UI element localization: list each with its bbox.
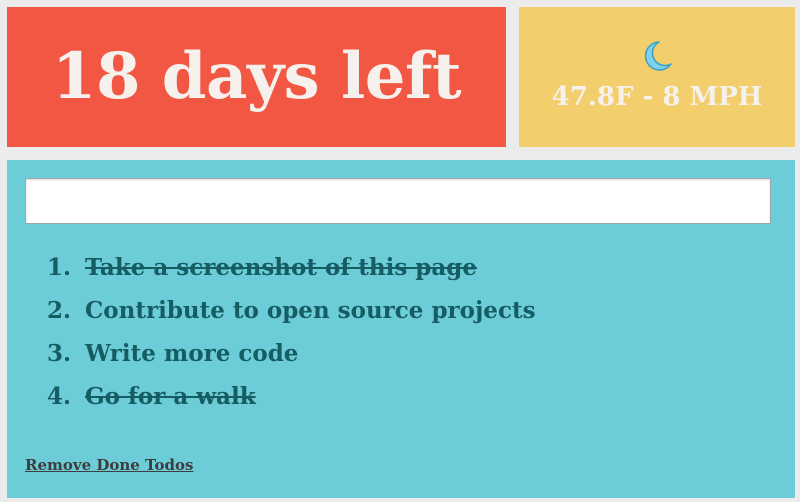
todo-label: Contribute to open source projects bbox=[85, 297, 536, 324]
todo-item[interactable]: 4. Go for a walk bbox=[47, 383, 536, 426]
todo-item[interactable]: 1. Take a screenshot of this page bbox=[47, 254, 536, 297]
moon-icon bbox=[639, 38, 675, 74]
todo-item[interactable]: 2. Contribute to open source projects bbox=[47, 297, 536, 340]
todo-number: 4. bbox=[47, 383, 72, 410]
todo-item[interactable]: 3. Write more code bbox=[47, 340, 536, 383]
todo-panel: 1. Take a screenshot of this page 2. Con… bbox=[7, 160, 795, 498]
todo-label: Go for a walk bbox=[85, 383, 256, 410]
todo-number: 3. bbox=[47, 340, 72, 367]
new-todo-input[interactable] bbox=[25, 178, 771, 224]
todo-list: 1. Take a screenshot of this page 2. Con… bbox=[47, 254, 536, 426]
remove-done-todos-link[interactable]: Remove Done Todos bbox=[25, 456, 193, 474]
countdown-panel: 18 days left bbox=[7, 7, 506, 147]
weather-panel: 47.8F - 8 MPH bbox=[519, 7, 795, 147]
todo-label: Take a screenshot of this page bbox=[85, 254, 477, 281]
todo-label: Write more code bbox=[85, 340, 299, 367]
countdown-text: 18 days left bbox=[51, 39, 462, 114]
todo-number: 1. bbox=[47, 254, 72, 281]
todo-number: 2. bbox=[47, 297, 72, 324]
weather-readout: 47.8F - 8 MPH bbox=[551, 82, 763, 112]
